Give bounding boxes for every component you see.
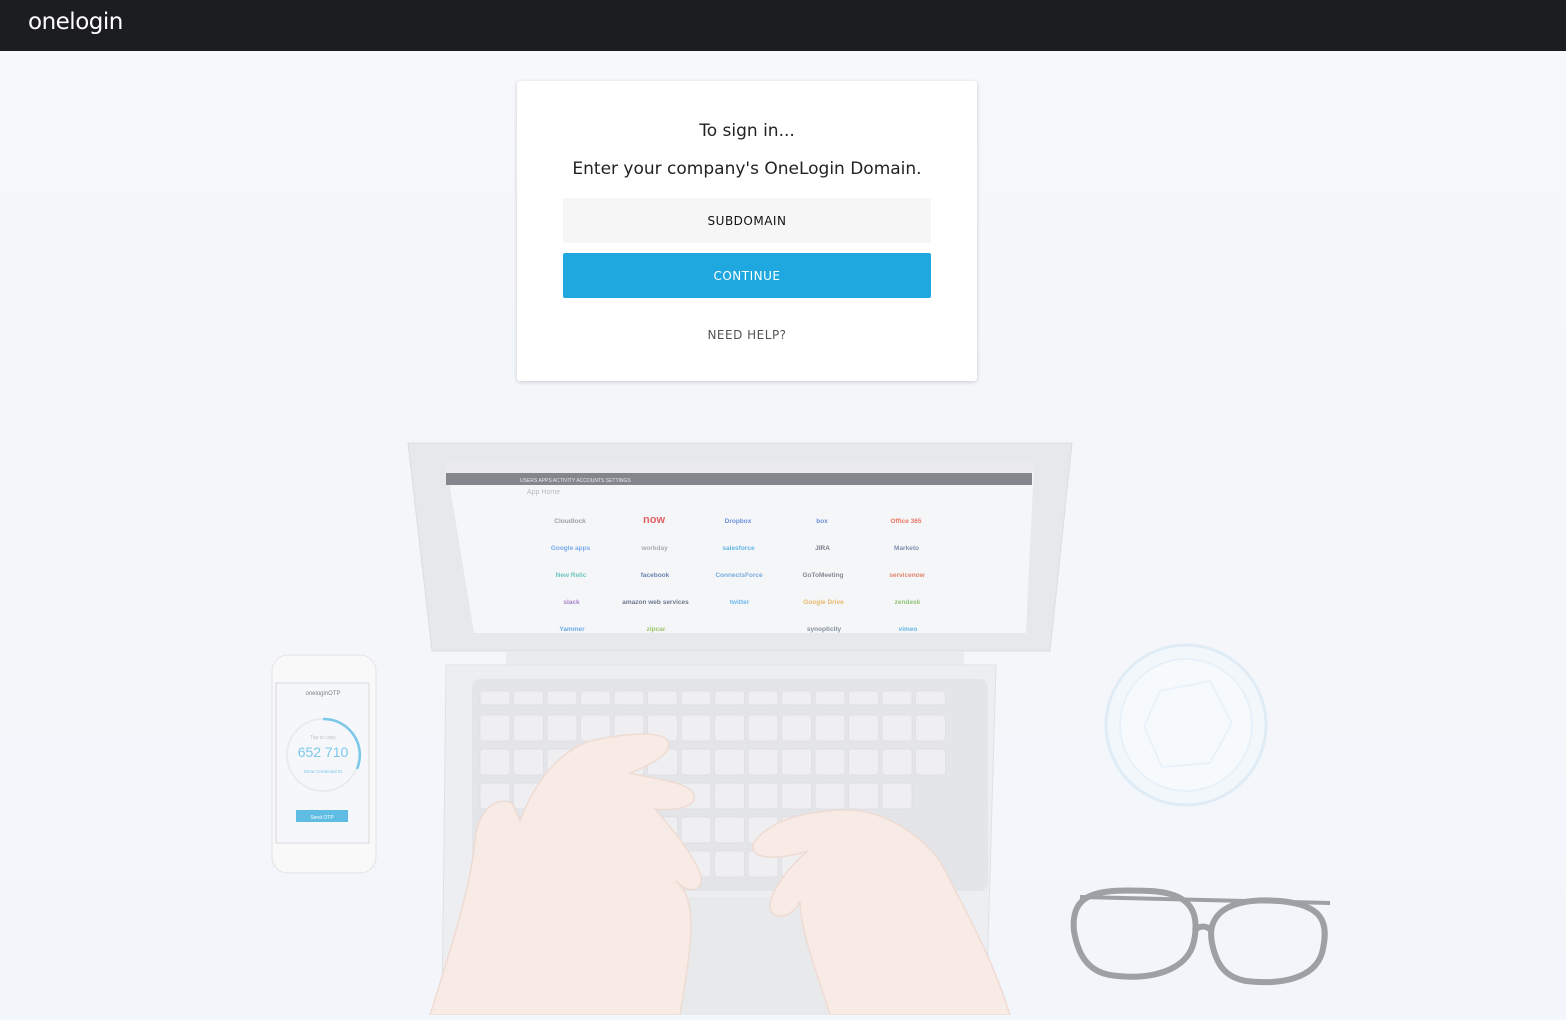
need-help-link[interactable]: NEED HELP? [517,328,977,342]
signin-card: To sign in... Enter your company's OneLo… [517,81,977,381]
continue-button[interactable]: CONTINUE [563,253,931,298]
subdomain-input[interactable] [563,198,931,243]
signin-subtitle: Enter your company's OneLogin Domain. [572,159,922,179]
signin-title: To sign in... [699,121,795,141]
onelogin-logo[interactable]: onelogin [28,9,123,35]
top-bar: onelogin [0,0,1566,51]
